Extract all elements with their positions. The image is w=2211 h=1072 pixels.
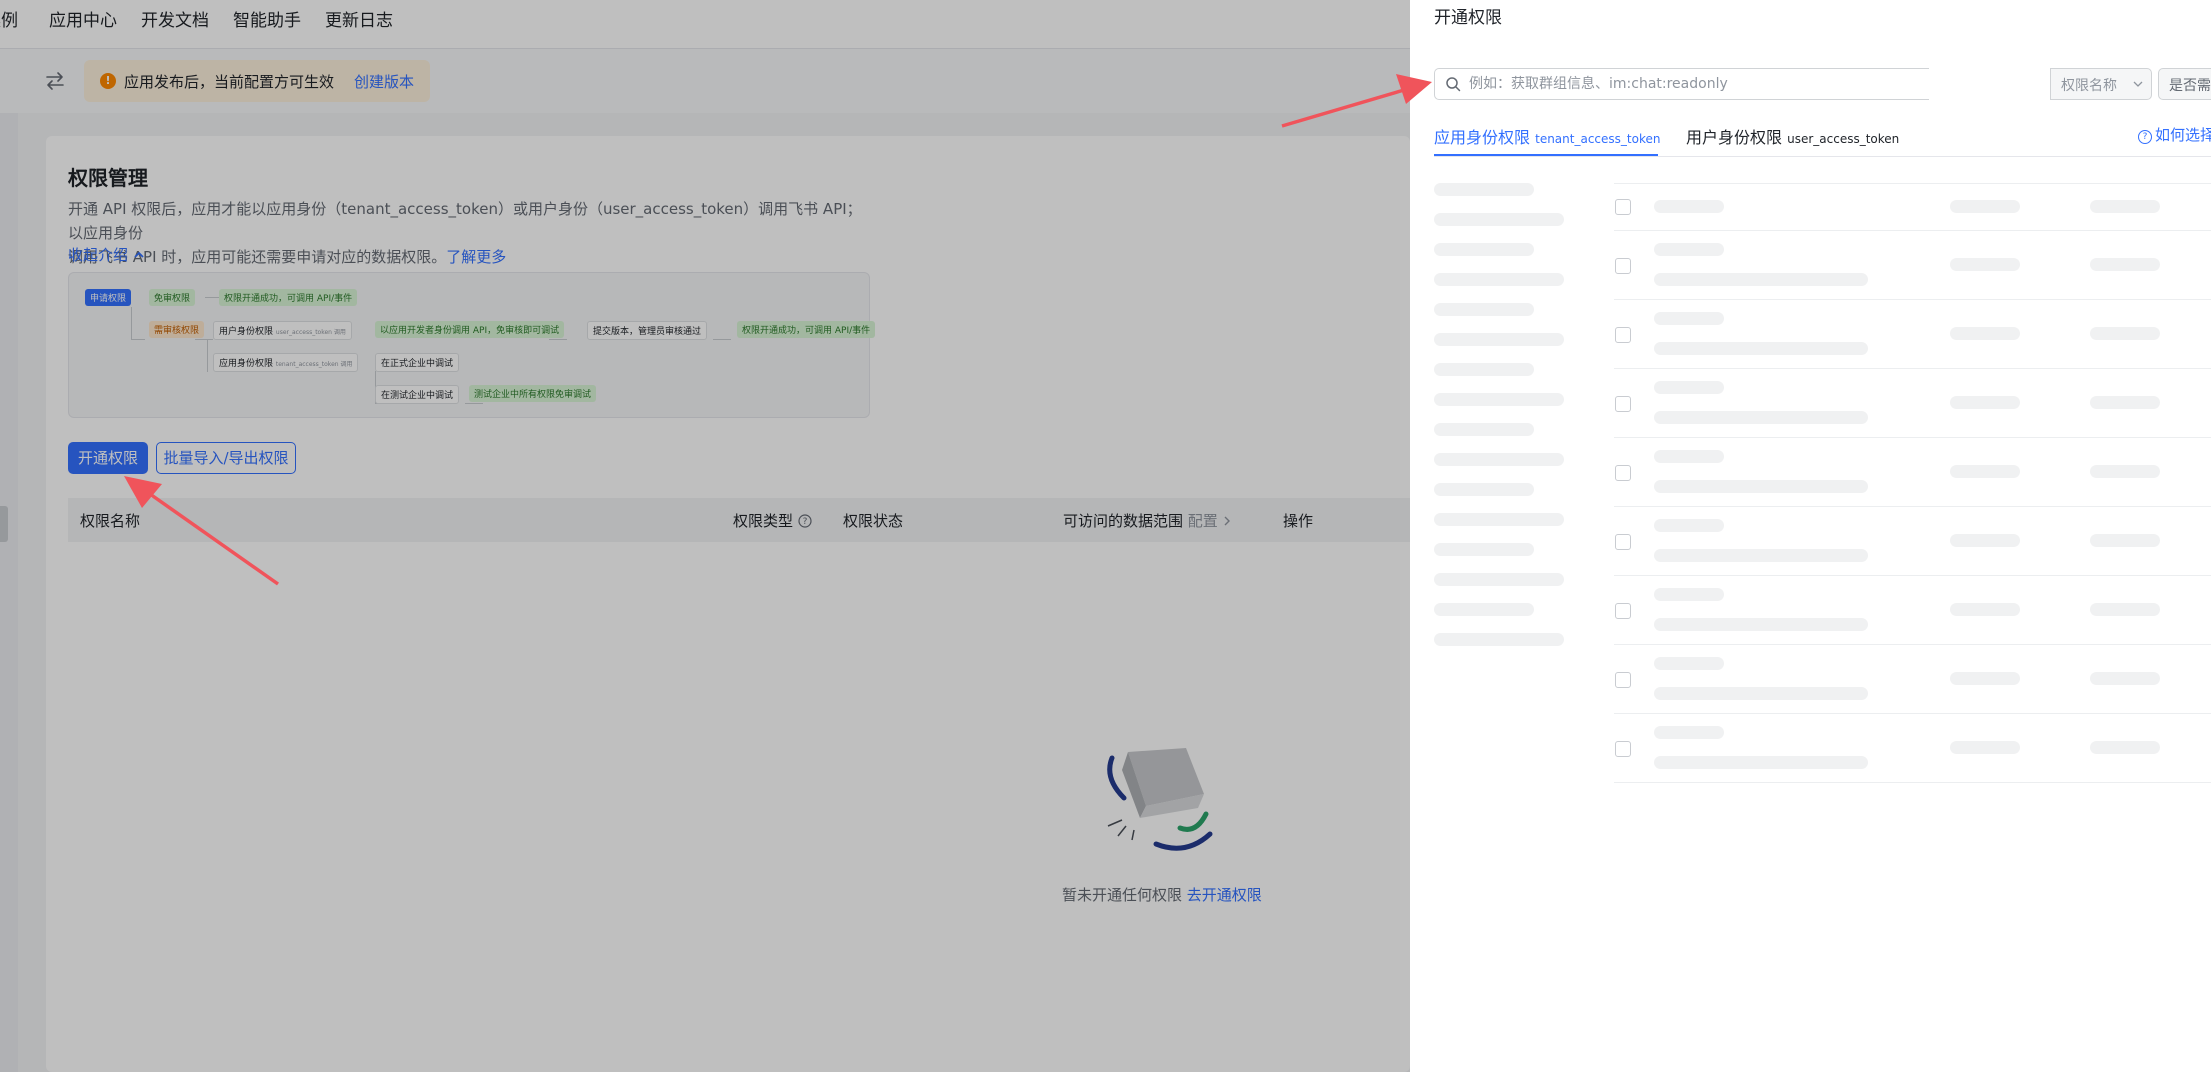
skeleton-bar: [1950, 672, 2020, 685]
review-filter-select-value: 是否需要审核: [2169, 78, 2211, 94]
skeleton-bar: [1654, 726, 1724, 739]
row-checkbox[interactable]: [1615, 327, 1631, 343]
tab-user-sub: user_access_token: [1787, 132, 1900, 146]
skeleton-bar: [1950, 603, 2020, 616]
skeleton-bar: [1654, 519, 1724, 532]
skeleton-row-divider: [1614, 713, 2211, 714]
skeleton-bar: [1654, 756, 1868, 769]
tab-tenant-sub: tenant_access_token: [1535, 132, 1661, 146]
tab-tenant-access-token[interactable]: 应用身份权限 tenant_access_token: [1434, 124, 1660, 148]
skeleton-bar: [1434, 603, 1534, 616]
drawer-title: 开通权限: [1434, 8, 1502, 28]
skeleton-bar: [1950, 534, 2020, 547]
skeleton-bar: [1950, 465, 2020, 478]
skeleton-bar: [1654, 243, 1724, 256]
row-checkbox[interactable]: [1615, 534, 1631, 550]
skeleton-row-divider: [1614, 575, 2211, 576]
skeleton-bar: [1654, 450, 1724, 463]
skeleton-bar: [1434, 303, 1534, 316]
row-checkbox[interactable]: [1615, 741, 1631, 757]
skeleton-bar: [1950, 327, 2020, 340]
skeleton-bar: [1434, 453, 1564, 466]
skeleton-row-divider: [1614, 506, 2211, 507]
skeleton-bar: [2090, 327, 2160, 340]
skeleton-bar: [2090, 465, 2160, 478]
how-to-choose-label: 如何选择: [2155, 126, 2211, 144]
skeleton-row-divider: [1614, 183, 2211, 184]
row-checkbox[interactable]: [1615, 672, 1631, 688]
help-circle-icon: ?: [2138, 130, 2152, 144]
tab-tenant-label: 应用身份权限: [1434, 128, 1531, 147]
row-checkbox[interactable]: [1615, 258, 1631, 274]
permission-search-box: [1434, 68, 1929, 100]
skeleton-bar: [1654, 588, 1724, 601]
skeleton-bar: [1434, 213, 1564, 226]
row-checkbox[interactable]: [1615, 465, 1631, 481]
search-field-select-value: 权限名称: [2061, 78, 2117, 94]
skeleton-bar: [1654, 618, 1868, 631]
skeleton-bar: [1654, 657, 1724, 670]
skeleton-row-divider: [1614, 782, 2211, 783]
skeleton-bar: [1434, 633, 1564, 646]
skeleton-bar: [1950, 396, 2020, 409]
skeleton-bar: [1434, 333, 1564, 346]
skeleton-bar: [1434, 273, 1564, 286]
search-icon: [1446, 77, 1461, 92]
skeleton-row-divider: [1614, 644, 2211, 645]
skeleton-bar: [1654, 411, 1868, 424]
row-checkbox[interactable]: [1615, 603, 1631, 619]
skeleton-bar: [2090, 534, 2160, 547]
tabs-divider: [1434, 156, 2211, 157]
skeleton-bar: [1434, 393, 1564, 406]
skeleton-bar: [1434, 483, 1534, 496]
skeleton-bar: [1950, 741, 2020, 754]
chevron-down-icon: [2133, 81, 2143, 87]
skeleton-bar: [1654, 342, 1868, 355]
row-checkbox[interactable]: [1615, 199, 1631, 215]
skeleton-row-divider: [1614, 230, 2211, 231]
skeleton-bar: [1434, 513, 1564, 526]
skeleton-bar: [1434, 183, 1534, 196]
tab-user-label: 用户身份权限: [1686, 128, 1783, 147]
skeleton-bar: [1950, 258, 2020, 271]
skeleton-bar: [1434, 243, 1534, 256]
skeleton-bar: [2090, 396, 2160, 409]
skeleton-bar: [2090, 672, 2160, 685]
skeleton-bar: [1654, 687, 1868, 700]
skeleton-bar: [1654, 273, 1868, 286]
skeleton-bar: [1434, 363, 1534, 376]
skeleton-row-divider: [1614, 368, 2211, 369]
search-field-select[interactable]: 权限名称: [2050, 68, 2152, 100]
modal-overlay[interactable]: [0, 0, 1410, 1072]
skeleton-bar: [1654, 549, 1868, 562]
skeleton-bar: [2090, 200, 2160, 213]
skeleton-bar: [1654, 200, 1724, 213]
review-filter-select[interactable]: 是否需要审核: [2158, 68, 2211, 100]
skeleton-bar: [1654, 312, 1724, 325]
tab-user-access-token[interactable]: 用户身份权限 user_access_token: [1686, 124, 1899, 148]
row-checkbox[interactable]: [1615, 396, 1631, 412]
skeleton-bar: [1654, 480, 1868, 493]
how-to-choose-link[interactable]: ? 如何选择: [2138, 124, 2211, 145]
skeleton-bar: [1654, 381, 1724, 394]
skeleton-bar: [2090, 603, 2160, 616]
skeleton-bar: [1434, 573, 1564, 586]
skeleton-bar: [1434, 543, 1534, 556]
skeleton-row-divider: [1614, 299, 2211, 300]
skeleton-bar: [1434, 423, 1534, 436]
skeleton-bar: [1950, 200, 2020, 213]
permission-search-input[interactable]: [1469, 73, 1909, 95]
skeleton-bar: [2090, 741, 2160, 754]
skeleton-bar: [2090, 258, 2160, 271]
skeleton-row-divider: [1614, 437, 2211, 438]
